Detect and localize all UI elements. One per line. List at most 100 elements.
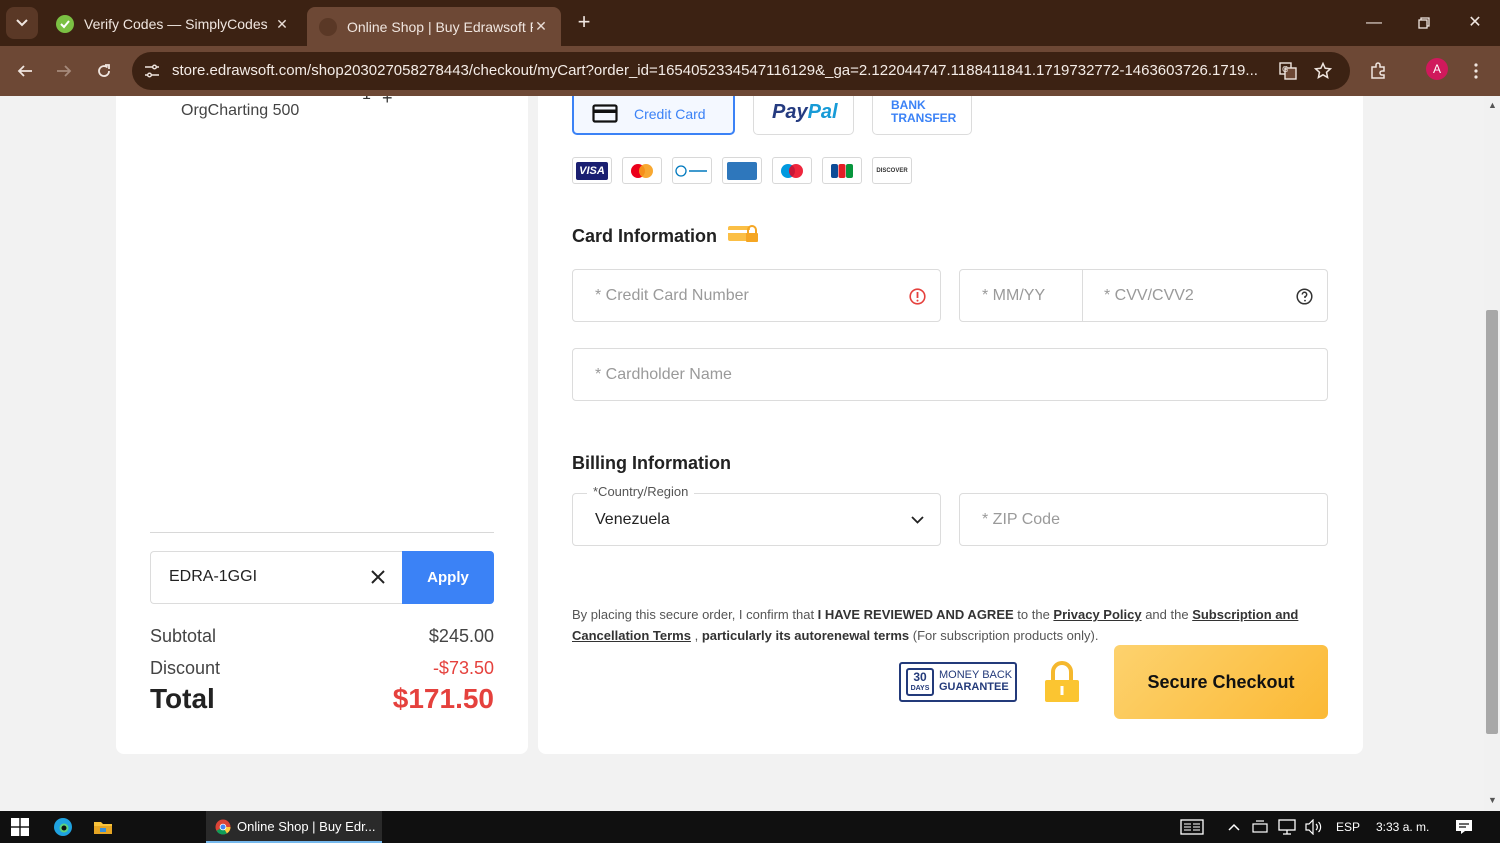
subtotal-label: Subtotal <box>150 626 217 646</box>
notifications-icon[interactable] <box>1452 815 1476 839</box>
scroll-down-arrow-icon[interactable]: ▼ <box>1488 795 1497 805</box>
credit-card-number-input[interactable] <box>595 287 895 305</box>
cardholder-name-field <box>572 348 1328 401</box>
lock-icon <box>1045 661 1079 702</box>
edrawsoft-icon <box>319 17 337 36</box>
forward-button[interactable] <box>50 57 78 85</box>
clock[interactable]: 3:33 a. m. <box>1376 820 1429 834</box>
order-summary-card: − 1 + OrgCharting 500 Apply Subtotal $24… <box>116 96 528 754</box>
more-menu-icon[interactable] <box>1462 57 1490 85</box>
windows-start-icon[interactable] <box>8 815 32 839</box>
total-value: $171.50 <box>392 683 494 714</box>
diners-club-icon <box>672 157 712 184</box>
network-status-icon[interactable] <box>1248 815 1272 839</box>
clear-coupon-button[interactable] <box>367 566 389 588</box>
ethernet-icon[interactable] <box>1275 815 1299 839</box>
close-icon[interactable]: ✕ <box>533 18 549 35</box>
taskbar-app-chrome[interactable]: Online Shop | Buy Edr... <box>206 811 382 843</box>
scroll-thumb[interactable] <box>1486 310 1498 734</box>
payment-method-label: Credit Card <box>634 106 706 122</box>
browser-tab-bar: Verify Codes — SimplyCodes ✕ Online Shop… <box>0 0 1500 46</box>
zip-code-field <box>959 493 1328 546</box>
country-value: Venezuela <box>595 511 670 528</box>
new-tab-button[interactable]: + <box>572 10 596 34</box>
secure-card-icon <box>728 225 758 242</box>
discount-label: Discount <box>150 658 221 678</box>
jcb-icon <box>822 157 862 184</box>
news-widget-icon[interactable] <box>1180 815 1204 839</box>
translate-icon[interactable]: G <box>1276 59 1300 83</box>
tab-title: Online Shop | Buy Edrawsoft Pr <box>347 18 533 35</box>
mastercard-icon <box>622 157 662 184</box>
tab-title: Verify Codes — SimplyCodes <box>84 16 268 32</box>
product-name: OrgCharting 500 <box>181 102 300 119</box>
taskbar-app-label: Online Shop | Buy Edr... <box>237 819 376 834</box>
zip-code-input[interactable] <box>982 511 1302 529</box>
divider <box>1082 270 1083 321</box>
qty-increase-button[interactable]: + <box>382 96 393 109</box>
help-icon[interactable] <box>1294 286 1314 306</box>
tab-simplycodes[interactable]: Verify Codes — SimplyCodes ✕ <box>44 6 302 42</box>
billing-information-title: Billing Information <box>572 453 731 473</box>
tab-edrawsoft[interactable]: Online Shop | Buy Edrawsoft Pr ✕ <box>307 7 561 46</box>
tab-search-button[interactable] <box>6 7 38 39</box>
paypal-logo-part: Pal <box>807 101 838 123</box>
discover-icon: DISCOVER <box>872 157 912 184</box>
url-text[interactable]: store.edrawsoft.com/shop203027058278443/… <box>172 62 1267 79</box>
country-select[interactable]: *Country/Region Venezuela <box>572 484 941 546</box>
page-scrollbar[interactable]: ▲ ▼ <box>1484 96 1500 811</box>
error-icon <box>907 286 927 306</box>
windows-taskbar: Online Shop | Buy Edr... ESP 3:33 a. m. <box>0 811 1500 843</box>
payment-method-paypal[interactable]: PayPal <box>753 96 854 135</box>
visa-icon: VISA <box>572 157 612 184</box>
bookmark-star-icon[interactable] <box>1311 59 1335 83</box>
payment-method-label: BANK TRANSFER <box>891 99 966 125</box>
chevron-up-icon[interactable] <box>1222 815 1246 839</box>
restore-button[interactable] <box>1409 8 1439 38</box>
qty-decrease-button[interactable]: − <box>338 96 347 104</box>
restore-icon <box>1418 17 1430 29</box>
apply-coupon-button[interactable]: Apply <box>402 551 494 604</box>
secure-checkout-button[interactable]: Secure Checkout <box>1114 645 1328 719</box>
amex-icon <box>722 157 762 184</box>
guarantee-text: MONEY BACK GUARANTEE <box>939 669 1013 693</box>
back-button[interactable] <box>11 57 39 85</box>
payment-method-bank-transfer[interactable]: BANK TRANSFER <box>872 96 972 135</box>
credit-card-number-field <box>572 269 941 322</box>
divider <box>150 532 494 533</box>
payment-card: Credit Card PayPal BANK TRANSFER VISA DI… <box>538 96 1363 754</box>
subtotal-value: $245.00 <box>428 626 494 646</box>
scroll-up-arrow-icon[interactable]: ▲ <box>1488 100 1497 110</box>
arrow-right-icon <box>57 65 72 77</box>
close-window-button[interactable]: ✕ <box>1460 8 1490 38</box>
page-viewport: − 1 + OrgCharting 500 Apply Subtotal $24… <box>0 96 1484 811</box>
cvv-input[interactable] <box>1104 287 1274 305</box>
chevron-down-icon <box>907 510 927 530</box>
maestro-icon <box>772 157 812 184</box>
close-icon[interactable]: ✕ <box>274 16 290 33</box>
address-bar[interactable]: store.edrawsoft.com/shop203027058278443/… <box>132 52 1350 90</box>
credit-card-icon <box>592 104 618 123</box>
minimize-button[interactable]: — <box>1359 8 1389 38</box>
extensions-icon[interactable] <box>1364 57 1392 85</box>
money-back-guarantee-badge: 30 DAYS MONEY BACK GUARANTEE <box>899 662 1017 702</box>
cardholder-name-input[interactable] <box>595 366 1295 384</box>
guarantee-days: 30 DAYS <box>906 668 934 696</box>
total-label: Total <box>150 683 215 714</box>
file-explorer-icon[interactable] <box>91 815 115 839</box>
site-info-icon[interactable] <box>140 59 164 83</box>
volume-icon[interactable] <box>1302 815 1326 839</box>
profile-avatar[interactable]: A <box>1426 58 1448 80</box>
svg-text:G: G <box>1282 65 1288 74</box>
payment-method-credit-card[interactable]: Credit Card <box>572 96 735 135</box>
paypal-logo-part: Pay <box>772 101 808 123</box>
expiry-input[interactable] <box>982 287 1077 305</box>
chevron-down-icon <box>16 19 28 27</box>
coupon-input[interactable] <box>169 568 349 586</box>
edge-browser-icon[interactable] <box>51 815 75 839</box>
input-language[interactable]: ESP <box>1336 820 1360 834</box>
reload-button[interactable] <box>90 57 118 85</box>
close-icon <box>371 570 385 584</box>
chrome-icon <box>215 819 231 835</box>
privacy-policy-link[interactable]: Privacy Policy <box>1053 607 1141 622</box>
